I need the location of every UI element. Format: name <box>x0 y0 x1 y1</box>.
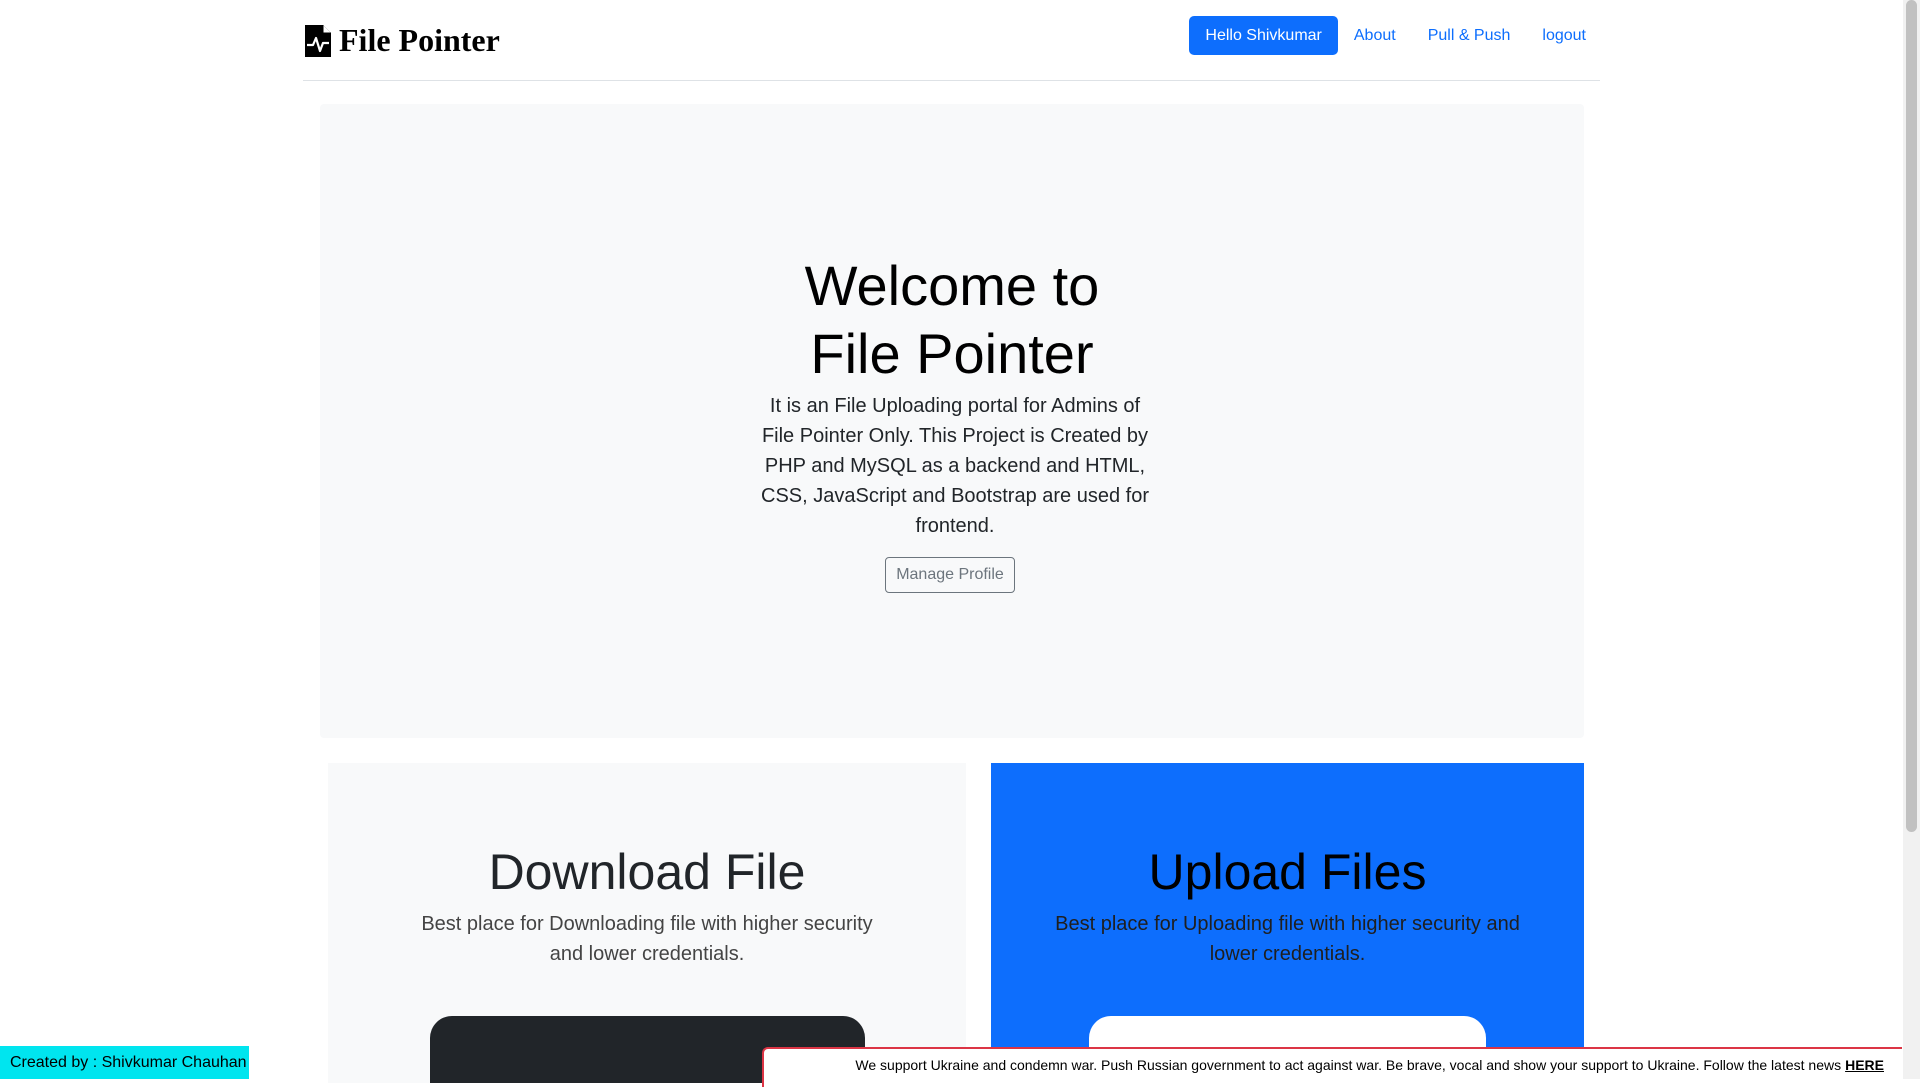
hero-title-line1: Welcome to <box>804 254 1100 317</box>
ukraine-news-link[interactable]: HERE <box>1845 1057 1884 1073</box>
hero-description: It is an File Uploading portal for Admin… <box>761 395 1149 537</box>
nav-about-link[interactable]: About <box>1354 27 1396 45</box>
main-nav: Hello Shivkumar About Pull & Push logout <box>1189 16 1586 55</box>
upload-panel: Upload Files Best place for Uploading fi… <box>991 763 1584 1083</box>
hero-title-line2: File Pointer <box>810 322 1094 385</box>
hero-jumbotron: Welcome to File Pointer It is an File Up… <box>320 104 1584 738</box>
nav-user-greeting[interactable]: Hello Shivkumar <box>1189 16 1338 55</box>
download-panel: Download File Best place for Downloading… <box>328 763 966 1083</box>
page-scrollbar[interactable] <box>1903 0 1920 1079</box>
file-pulse-icon <box>303 24 333 58</box>
site-header: File Pointer Hello Shivkumar About Pull … <box>303 0 1600 81</box>
nav-pull-push-link[interactable]: Pull & Push <box>1428 27 1511 45</box>
manage-profile-button[interactable]: Manage Profile <box>885 557 1015 593</box>
hero-title: Welcome to File Pointer <box>320 252 1584 388</box>
scrollbar-thumb[interactable] <box>1906 0 1917 832</box>
creator-badge: Created by : Shivkumar Chauhan <box>0 1046 249 1079</box>
ukraine-banner: We support Ukraine and condemn war. Push… <box>762 1047 1902 1087</box>
ukraine-banner-content: We support Ukraine and condemn war. Push… <box>855 1057 1884 1073</box>
upload-description: Best place for Uploading file with highe… <box>1055 913 1520 965</box>
ukraine-banner-text: We support Ukraine and condemn war. Push… <box>855 1057 1842 1073</box>
download-title: Download File <box>488 844 806 900</box>
brand[interactable]: File Pointer <box>303 22 500 59</box>
nav-logout-link[interactable]: logout <box>1542 27 1586 45</box>
brand-name: File Pointer <box>339 22 500 58</box>
download-description: Best place for Downloading file with hig… <box>421 913 873 965</box>
upload-title: Upload Files <box>1148 844 1427 900</box>
